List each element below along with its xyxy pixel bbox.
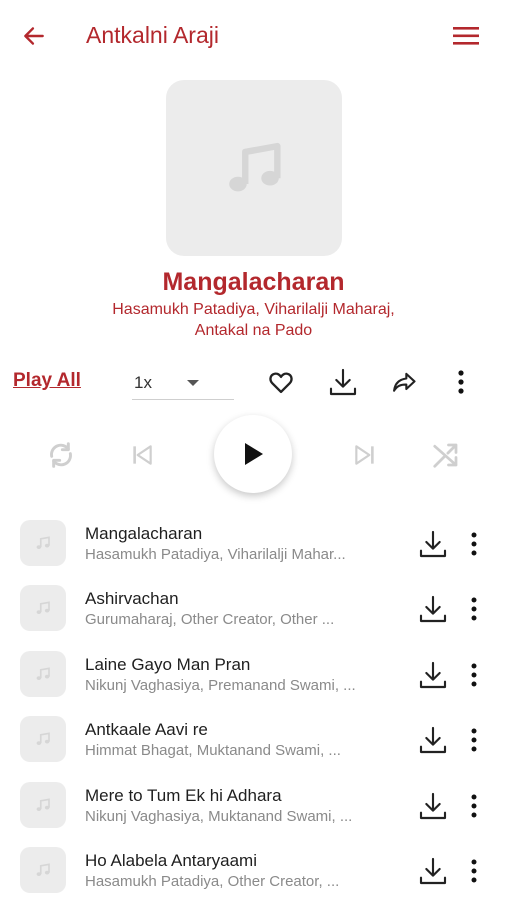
download-icon [419,661,447,689]
share-icon [393,372,416,392]
heart-icon [269,372,293,394]
skip-previous-icon [133,445,152,465]
download-all-button[interactable] [325,364,361,400]
track-more-button[interactable] [462,592,486,626]
repeat-icon [50,442,72,468]
track-title: Ho Alabela Antaryaami [85,851,257,870]
page-title: Antkalni Araji [86,22,219,48]
track-thumbnail [20,651,66,697]
back-button[interactable] [18,20,50,52]
menu-button[interactable] [448,20,484,52]
skip-next-icon [355,445,374,465]
track-more-button[interactable] [462,854,486,888]
track-more-button[interactable] [462,658,486,692]
track-artists: Gurumaharaj, Other Creator, Other ... [85,611,335,628]
more-vertical-icon [458,370,464,394]
arrow-left-icon [24,27,44,45]
share-button[interactable] [386,364,422,400]
track-artists: Hasamukh Patadiya, Viharilalji Mahar... [85,546,346,563]
track-download-button[interactable] [414,590,452,628]
track-title: Antkaale Aavi re [85,720,208,739]
more-options-button[interactable] [443,364,479,400]
album-title: Mangalacharan [162,268,345,296]
music-note-icon [36,863,50,876]
track-thumbnail [20,782,66,828]
track-more-button[interactable] [462,789,486,823]
track-title: Mangalacharan [85,524,203,543]
track-title: Ashirvachan [85,589,179,608]
track-thumbnail [20,716,66,762]
track-thumbnail [20,585,66,631]
track-artists: Hasamukh Patadiya, Other Creator, ... [85,873,340,890]
top-app-bar: Antkalni Araji [0,0,507,72]
download-icon [419,792,447,820]
track-download-button[interactable] [414,525,452,563]
track-download-button[interactable] [414,787,452,825]
track-download-button[interactable] [414,721,452,759]
track-download-button[interactable] [414,852,452,890]
track-artists: Nikunj Vaghasiya, Muktanand Swami, ... [85,808,353,825]
music-note-icon [36,667,50,680]
album-artwork [166,80,342,256]
dropdown-caret-icon [187,380,199,386]
music-note-icon [36,601,50,614]
more-vertical-icon [471,859,477,883]
play-all-button[interactable]: Play All [13,370,81,392]
track-row[interactable]: Mere to Tum Ek hi Adhara Nikunj Vaghasiy… [0,777,507,835]
track-row[interactable]: Antkaale Aavi re Himmat Bhagat, Muktanan… [0,711,507,769]
track-artists: Himmat Bhagat, Muktanand Swami, ... [85,742,341,759]
track-row[interactable]: Ashirvachan Gurumaharaj, Other Creator, … [0,580,507,638]
track-thumbnail [20,520,66,566]
track-row[interactable]: Ho Alabela Antaryaami Hasamukh Patadiya,… [0,842,507,900]
previous-button[interactable] [124,437,160,473]
shuffle-button[interactable] [428,437,464,473]
download-icon [419,530,447,558]
music-note-icon [229,142,281,192]
download-icon [419,726,447,754]
more-vertical-icon [471,794,477,818]
track-more-button[interactable] [462,527,486,561]
music-note-icon [36,798,50,811]
favorite-button[interactable] [263,364,299,400]
track-title: Mere to Tum Ek hi Adhara [85,786,282,805]
track-download-button[interactable] [414,656,452,694]
album-artists: Hasamukh Patadiya, Viharilalji Maharaj, … [112,301,395,339]
music-note-icon [36,536,50,549]
download-icon [329,368,357,396]
more-vertical-icon [471,532,477,556]
track-row[interactable]: Laine Gayo Man Pran Nikunj Vaghasiya, Pr… [0,646,507,704]
play-icon [245,443,263,465]
track-title: Laine Gayo Man Pran [85,655,251,674]
download-icon [419,857,447,885]
more-vertical-icon [471,663,477,687]
track-row[interactable]: Mangalacharan Hasamukh Patadiya, Viharil… [0,515,507,573]
more-vertical-icon [471,597,477,621]
track-more-button[interactable] [462,723,486,757]
next-button[interactable] [347,437,383,473]
track-thumbnail [20,847,66,893]
more-vertical-icon [471,728,477,752]
repeat-button[interactable] [43,437,79,473]
hamburger-menu-icon [453,27,479,45]
controls-row: Play All 1x [0,360,507,404]
speed-value: 1x [134,373,152,392]
download-icon [419,595,447,623]
track-artists: Nikunj Vaghasiya, Premanand Swami, ... [85,677,356,694]
shuffle-icon [433,443,458,468]
player-controls [0,415,507,495]
music-note-icon [36,732,50,745]
play-button[interactable] [214,415,292,493]
playback-speed-select[interactable]: 1x [132,366,234,400]
